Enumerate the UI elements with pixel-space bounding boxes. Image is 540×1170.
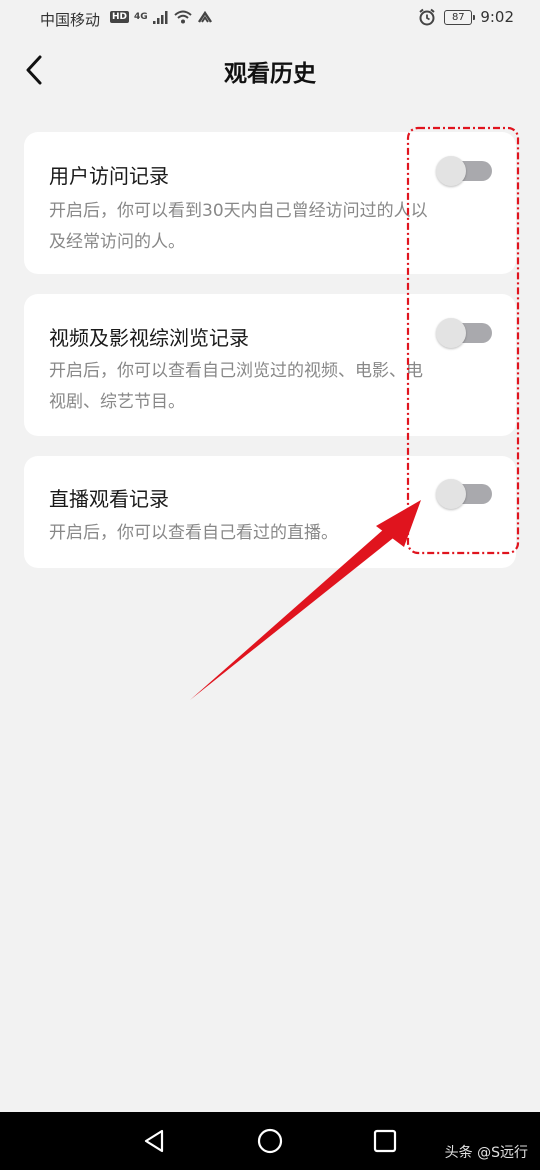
setting-description-line: 开启后，你可以查看自己看过的直播。 (49, 523, 338, 543)
hd-badge: HD (110, 11, 130, 23)
clock: 9:02 (480, 8, 514, 26)
user-visits-toggle[interactable] (436, 156, 492, 186)
setting-card-user-visits: 用户访问记录 开启后，你可以看到30天内自己曾经访问过的人以 及经常访问的人。 (24, 132, 516, 274)
setting-description: 开启后，你可以查看自己浏览过的视频、电影、电 视剧、综艺节目。 (49, 356, 489, 418)
nav-back-button[interactable] (141, 1127, 169, 1155)
back-triangle-icon (144, 1129, 164, 1153)
toggle-knob (436, 479, 466, 509)
setting-description-line: 开启后，你可以查看自己浏览过的视频、电影、电 (49, 361, 423, 381)
setting-description-line: 开启后，你可以看到30天内自己曾经访问过的人以 (49, 201, 428, 221)
toggle-knob (436, 318, 466, 348)
battery-indicator: 87 (444, 9, 476, 25)
carrier-label: 中国移动 (40, 11, 101, 29)
network-type-label: 4G (134, 11, 148, 22)
system-nav-bar: 头条 @S远行 (0, 1112, 540, 1170)
wifi-icon (174, 10, 192, 24)
status-bar: 中国移动 HD 4G 87 9:02 (0, 0, 540, 36)
watermark: 头条 @S远行 (444, 1145, 528, 1161)
setting-description-line: 及经常访问的人。 (49, 232, 185, 252)
nfc-icon (197, 10, 212, 23)
setting-card-live-history: 直播观看记录 开启后，你可以查看自己看过的直播。 (24, 456, 516, 568)
signal-icon (152, 10, 168, 24)
page-title: 观看历史 (224, 61, 316, 87)
nav-recents-button[interactable] (371, 1127, 399, 1155)
setting-title: 视频及影视综浏览记录 (49, 326, 249, 350)
recents-square-icon (373, 1129, 397, 1153)
header: 观看历史 (0, 36, 540, 106)
alarm-icon (419, 8, 435, 26)
setting-card-video-history: 视频及影视综浏览记录 开启后，你可以查看自己浏览过的视频、电影、电 视剧、综艺节… (24, 294, 516, 436)
setting-description: 开启后，你可以看到30天内自己曾经访问过的人以 及经常访问的人。 (49, 196, 489, 258)
status-right: 87 9:02 (418, 8, 514, 26)
setting-description: 开启后，你可以查看自己看过的直播。 (49, 518, 489, 549)
toggle-knob (436, 156, 466, 186)
nav-home-button[interactable] (256, 1127, 284, 1155)
live-history-toggle[interactable] (436, 479, 492, 509)
setting-description-line: 视剧、综艺节目。 (49, 392, 185, 412)
home-circle-icon (257, 1128, 283, 1154)
setting-title: 直播观看记录 (49, 487, 169, 511)
video-history-toggle[interactable] (436, 318, 492, 348)
setting-title: 用户访问记录 (49, 164, 169, 188)
status-icons: HD 4G (110, 10, 213, 24)
